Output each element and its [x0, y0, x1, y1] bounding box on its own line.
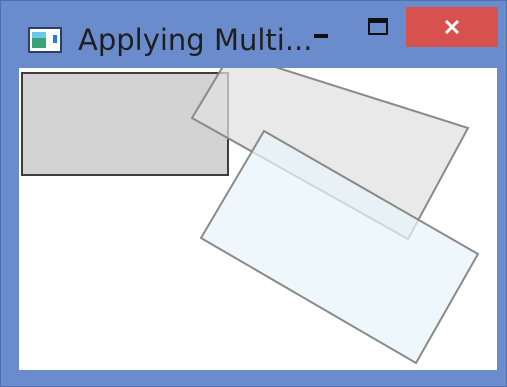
- minimize-button[interactable]: [298, 7, 348, 47]
- client-area: [19, 68, 497, 370]
- close-icon: [406, 7, 498, 47]
- app-window: Applying Multi...: [0, 0, 507, 387]
- maximize-button[interactable]: [353, 7, 403, 47]
- gray-rectangle: [21, 72, 229, 176]
- drawing-canvas: [21, 68, 480, 365]
- minimize-icon: [298, 7, 348, 47]
- title-bar[interactable]: Applying Multi...: [1, 1, 506, 67]
- maximize-icon: [353, 7, 403, 47]
- close-button[interactable]: [406, 7, 498, 47]
- window-title: Applying Multi...: [78, 23, 313, 57]
- app-icon: [28, 27, 62, 53]
